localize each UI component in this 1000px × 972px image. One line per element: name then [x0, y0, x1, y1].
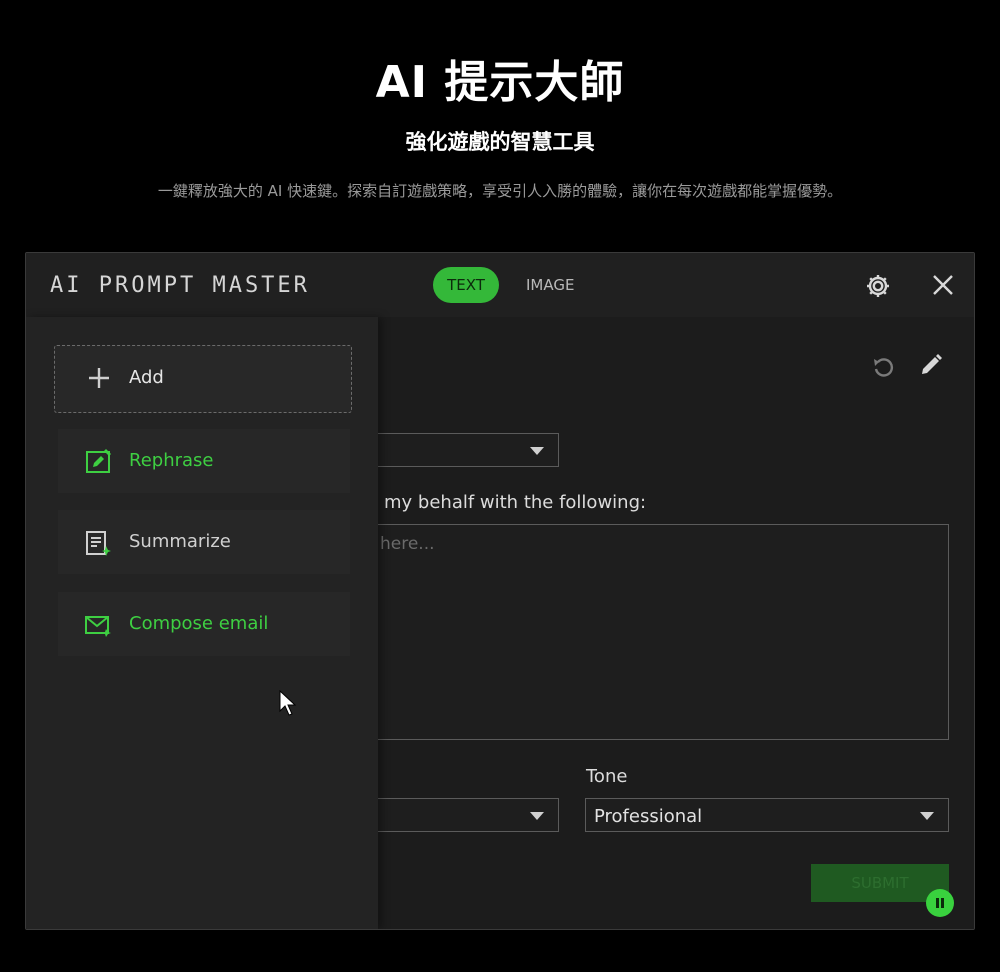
pencil-icon: [922, 354, 942, 374]
close-icon[interactable]: [929, 271, 957, 299]
mouse-cursor-icon: [279, 690, 297, 716]
chevron-down-icon: [530, 812, 544, 820]
titlebar: AI PROMPT MASTER TEXT IMAGE: [26, 253, 974, 317]
chevron-down-icon: [920, 812, 934, 820]
tone-label: Tone: [586, 766, 628, 787]
sidebar-item-label: Summarize: [129, 531, 231, 552]
app-title: AI PROMPT MASTER: [50, 273, 310, 298]
sidebar-item-label: Compose email: [129, 613, 269, 634]
tone-select[interactable]: Professional: [585, 798, 949, 832]
undo-icon: [874, 358, 893, 377]
hero-subtitle: 強化遊戲的智慧工具: [405, 130, 595, 154]
tab-text[interactable]: TEXT: [433, 267, 499, 303]
hero-title: AI 提示大師: [375, 57, 625, 108]
sidebar-item-rephrase[interactable]: Rephrase: [58, 429, 350, 493]
edit-pencil-icon[interactable]: [918, 352, 944, 378]
instruction-label: my behalf with the following:: [384, 492, 647, 513]
plus-icon: [89, 368, 109, 388]
textarea-placeholder: here...: [380, 534, 435, 554]
close-x-icon: [933, 275, 953, 295]
add-label: Add: [129, 367, 164, 388]
tone-value: Professional: [594, 806, 703, 827]
gear-icon: [867, 275, 889, 297]
sidebar-item-summarize[interactable]: Summarize: [58, 510, 350, 574]
prompt-sidebar: Add Rephrase Summarize Compose email: [26, 317, 378, 929]
prompt-type-select[interactable]: [371, 433, 559, 467]
app-window: AI PROMPT MASTER TEXT IMAGE my behalf wi…: [25, 252, 975, 930]
sidebar-item-label: Rephrase: [129, 450, 214, 471]
length-select[interactable]: [371, 798, 559, 832]
tab-image[interactable]: IMAGE: [526, 276, 574, 294]
reset-icon[interactable]: [871, 354, 897, 380]
settings-gear-icon[interactable]: [864, 272, 892, 300]
summarize-icon: [86, 531, 111, 556]
prompt-textarea[interactable]: here...: [371, 524, 949, 740]
hero-description: 一鍵釋放強大的 AI 快速鍵。探索自訂遊戲策略，享受引人入勝的體驗，讓你在每次遊…: [157, 182, 843, 200]
rephrase-icon: [86, 449, 111, 473]
sidebar-item-compose-email[interactable]: Compose email: [58, 592, 350, 656]
mail-icon: [85, 616, 111, 637]
chevron-down-icon: [530, 447, 544, 455]
pause-icon[interactable]: [926, 889, 954, 917]
add-button[interactable]: Add: [54, 345, 352, 413]
